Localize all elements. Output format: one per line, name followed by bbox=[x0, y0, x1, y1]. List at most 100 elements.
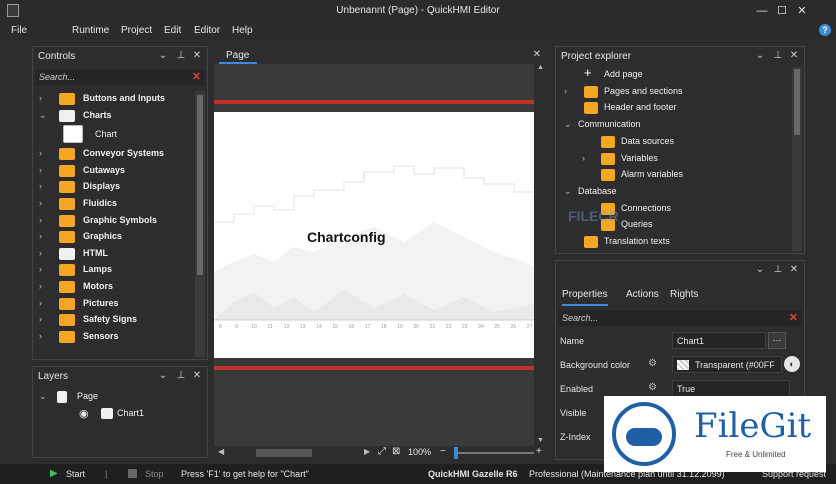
close-icon[interactable]: ✕ bbox=[792, 3, 812, 19]
ellipsis-button[interactable]: … bbox=[768, 332, 786, 349]
menu-editor[interactable]: Editor bbox=[194, 25, 220, 36]
name-field[interactable]: Chart1 bbox=[672, 332, 766, 349]
menu-project[interactable]: Project bbox=[121, 25, 152, 36]
scroll-up-icon[interactable]: ▲ bbox=[537, 64, 544, 71]
pin-icon[interactable]: ⊥ bbox=[772, 50, 784, 62]
close-icon[interactable]: ✕ bbox=[533, 49, 541, 60]
pin-icon[interactable]: ⊥ bbox=[175, 370, 187, 382]
project-item[interactable]: + Add page bbox=[556, 66, 776, 83]
enabled-select[interactable]: True bbox=[672, 380, 790, 397]
palette-icon[interactable]: ◐ bbox=[784, 356, 800, 372]
chevron-right-icon[interactable]: › bbox=[39, 148, 42, 158]
controls-item[interactable]: › HTML bbox=[33, 246, 193, 263]
menu-help[interactable]: Help bbox=[232, 25, 253, 36]
chevron-right-icon[interactable]: › bbox=[39, 248, 42, 258]
pin-icon[interactable]: ⊥ bbox=[175, 50, 187, 62]
controls-item[interactable]: ⌄ Charts bbox=[33, 108, 193, 125]
tab-properties[interactable]: Properties bbox=[562, 289, 608, 306]
controls-item[interactable]: › Graphics bbox=[33, 229, 193, 246]
controls-item[interactable]: › Graphic Symbols bbox=[33, 213, 193, 230]
chevron-right-icon[interactable]: › bbox=[39, 231, 42, 241]
controls-item[interactable]: › Buttons and Inputs bbox=[33, 91, 193, 108]
close-icon[interactable]: ✕ bbox=[788, 264, 800, 276]
dropdown-icon[interactable]: ⌄ bbox=[754, 264, 766, 276]
binding-icon[interactable]: ⚙ bbox=[648, 358, 657, 369]
vertical-scrollbar[interactable]: ▲ ▼ bbox=[534, 64, 547, 446]
controls-item[interactable]: › Cutaways bbox=[33, 163, 193, 180]
project-item[interactable]: Translation texts bbox=[556, 234, 776, 250]
help-icon[interactable]: ? bbox=[819, 24, 831, 36]
scroll-right-icon[interactable]: ▶ bbox=[364, 447, 370, 456]
clear-search-icon[interactable]: ✕ bbox=[192, 70, 201, 83]
controls-item[interactable]: › Pictures bbox=[33, 296, 193, 313]
chevron-right-icon[interactable]: › bbox=[39, 331, 42, 341]
chevron-right-icon[interactable]: › bbox=[39, 181, 42, 191]
chevron-down-icon[interactable]: ⌄ bbox=[564, 186, 572, 197]
chevron-right-icon[interactable]: › bbox=[39, 298, 42, 308]
chevron-right-icon[interactable]: › bbox=[39, 215, 42, 225]
project-item[interactable]: Data sources bbox=[556, 134, 776, 150]
chevron-right-icon[interactable]: › bbox=[582, 153, 585, 163]
chevron-right-icon[interactable]: › bbox=[39, 314, 42, 324]
chevron-right-icon[interactable]: › bbox=[39, 198, 42, 208]
project-item[interactable]: ⌄ Database bbox=[556, 184, 776, 200]
close-icon[interactable]: ✕ bbox=[191, 50, 203, 62]
layer-page-row[interactable]: ⌄ Page bbox=[33, 389, 193, 405]
pin-icon[interactable]: ⊥ bbox=[772, 264, 784, 276]
dropdown-icon[interactable]: ⌄ bbox=[754, 50, 766, 62]
chevron-down-icon[interactable]: ⌄ bbox=[39, 391, 47, 402]
scroll-down-icon[interactable]: ▼ bbox=[537, 437, 544, 444]
controls-search[interactable]: Search... ✕ bbox=[35, 69, 205, 85]
zoom-in-icon[interactable]: + bbox=[536, 446, 542, 457]
controls-item[interactable]: › Conveyor Systems bbox=[33, 146, 193, 163]
menu-runtime[interactable]: Runtime bbox=[72, 25, 109, 36]
chart-page[interactable]: 8 9 10 11 12 13 14 15 16 17 18 19 20 21 22 23 24 25 26 27 C… bbox=[214, 112, 534, 358]
controls-item[interactable]: › Sensors bbox=[33, 329, 193, 346]
chevron-right-icon[interactable]: › bbox=[39, 93, 42, 103]
controls-item[interactable]: Chart bbox=[33, 124, 193, 146]
tab-actions[interactable]: Actions bbox=[626, 289, 659, 300]
chevron-right-icon[interactable]: › bbox=[564, 86, 567, 96]
controls-item[interactable]: › Motors bbox=[33, 279, 193, 296]
project-scrollbar[interactable] bbox=[792, 67, 802, 251]
scroll-thumb[interactable] bbox=[197, 95, 203, 275]
controls-item[interactable]: › Lamps bbox=[33, 262, 193, 279]
zoom-slider-track[interactable] bbox=[454, 452, 534, 454]
tab-page[interactable]: Page bbox=[219, 46, 257, 64]
dropdown-icon[interactable]: ⌄ bbox=[157, 370, 169, 382]
zoom-slider-handle[interactable] bbox=[454, 447, 458, 459]
binding-icon[interactable]: ⚙ bbox=[648, 382, 657, 393]
project-item[interactable]: › Variables bbox=[556, 151, 776, 167]
properties-search[interactable]: Search... ✕ bbox=[558, 310, 802, 326]
dropdown-icon[interactable]: ⌄ bbox=[157, 50, 169, 62]
fit-page-icon[interactable]: ⊠ bbox=[392, 446, 400, 457]
project-item[interactable]: Alarm variables bbox=[556, 167, 776, 183]
zoom-out-icon[interactable]: − bbox=[440, 446, 446, 457]
chevron-down-icon[interactable]: ⌄ bbox=[564, 119, 572, 130]
controls-item[interactable]: › Safety Signs bbox=[33, 312, 193, 329]
eye-icon[interactable]: ◉ bbox=[79, 407, 93, 420]
menu-edit[interactable]: Edit bbox=[164, 25, 181, 36]
clear-search-icon[interactable]: ✕ bbox=[789, 311, 798, 324]
stop-button[interactable]: Stop bbox=[145, 469, 164, 479]
horizontal-scroll-thumb[interactable] bbox=[256, 449, 312, 457]
start-button[interactable]: Start bbox=[66, 469, 85, 479]
chevron-right-icon[interactable]: › bbox=[39, 281, 42, 291]
chevron-right-icon[interactable]: › bbox=[39, 165, 42, 175]
project-item[interactable]: › Pages and sections bbox=[556, 84, 776, 100]
controls-scrollbar[interactable] bbox=[195, 91, 205, 357]
chevron-right-icon[interactable]: › bbox=[39, 264, 42, 274]
layer-chart-row[interactable]: ◉ Chart1 bbox=[33, 406, 193, 422]
scroll-left-icon[interactable]: ◀ bbox=[218, 447, 224, 456]
controls-item[interactable]: › Displays bbox=[33, 179, 193, 196]
stop-icon[interactable] bbox=[128, 469, 137, 478]
scroll-thumb[interactable] bbox=[794, 69, 800, 135]
minimize-icon[interactable]: — bbox=[752, 3, 772, 19]
project-item[interactable]: Header and footer bbox=[556, 100, 776, 116]
background-color-field[interactable]: Transparent (#00FF bbox=[672, 356, 782, 373]
play-icon[interactable]: ▶ bbox=[50, 468, 58, 479]
maximize-icon[interactable]: ☐ bbox=[772, 3, 792, 19]
close-icon[interactable]: ✕ bbox=[788, 50, 800, 62]
project-item[interactable]: ⌄ Communication bbox=[556, 117, 776, 133]
close-icon[interactable]: ✕ bbox=[191, 370, 203, 382]
